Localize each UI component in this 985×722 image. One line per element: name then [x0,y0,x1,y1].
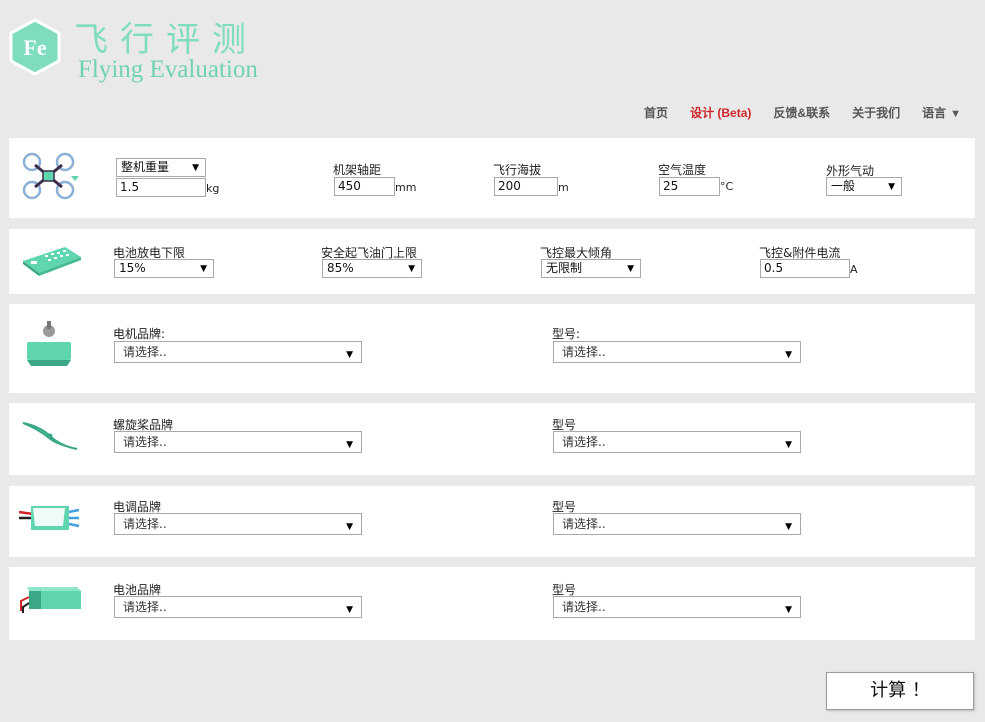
battery-brand-select[interactable]: 请选择.. [114,596,362,619]
chevron-down-icon: ▼ [950,108,961,120]
battery-model-select[interactable]: 请选择.. [553,596,801,619]
frame-panel: 整机重量 1.5 kg 机架轴距 450 mm 飞行海拔 200 m 空气温度 … [9,138,975,218]
discharge-select[interactable]: 15% [114,259,214,278]
temperature-unit: °C [720,180,734,193]
propeller-model-select[interactable]: 请选择.. [553,431,801,454]
aero-select[interactable]: 一般 [826,177,902,196]
motor-model-select[interactable]: 请选择.. [553,341,801,364]
top-nav: 首页 设计 (Beta) 反馈&联系 关于我们 语言 ▼ [622,104,961,122]
nav-about[interactable]: 关于我们 [852,104,900,122]
arm-unit: mm [395,181,417,194]
motor-brand-select[interactable]: 请选择.. [114,341,362,364]
nav-design[interactable]: 设计 (Beta) [690,104,751,122]
weight-input[interactable]: 1.5 [116,178,206,197]
altitude-input[interactable]: 200 [494,177,558,196]
propeller-panel: 螺旋桨品牌 请选择.. 型号 请选择.. [9,403,975,475]
altitude-label: 飞行海拔 [493,163,542,177]
quadcopter-icon[interactable] [21,151,83,201]
esc-brand-select[interactable]: 请选择.. [114,513,362,536]
current-unit: A [850,263,858,276]
motor-brand-label: 电机品牌: [113,327,166,341]
propeller-icon [22,422,78,450]
arm-label: 机架轴距 [333,163,382,177]
flight-controller-icon [23,247,81,276]
site-title-cn: 飞行评测 [74,20,258,60]
battery-panel: 电池品牌 请选择.. 型号 请选择.. [9,567,975,640]
svg-text:Fe: Fe [23,35,46,60]
nav-language[interactable]: 语言 ▼ [922,104,961,122]
motor-icon [27,321,71,366]
nav-feedback[interactable]: 反馈&联系 [773,104,830,122]
arm-input[interactable]: 450 [334,177,395,196]
temperature-label: 空气温度 [658,163,707,177]
motor-panel: 电机品牌: 请选择.. 型号: 请选择.. [9,304,975,393]
fe-logo: Fe [9,18,61,76]
tilt-select[interactable]: 无限制 [541,259,641,278]
throttle-select[interactable]: 85% [322,259,422,278]
esc-model-select[interactable]: 请选择.. [553,513,801,536]
weight-unit: kg [206,182,220,195]
motor-model-label: 型号: [552,327,581,341]
nav-home[interactable]: 首页 [644,104,668,122]
battery-icon [20,587,81,613]
esc-icon [18,506,80,530]
calculate-button[interactable]: 计算 ！ [826,672,974,710]
altitude-unit: m [558,181,569,194]
weight-type-select[interactable]: 整机重量 [116,158,206,177]
limits-panel: 电池放电下限 15% 安全起飞油门上限 85% 飞控最大倾角 无限制 飞控&附件… [9,229,975,294]
esc-panel: 电调品牌 请选择.. 型号 请选择.. [9,486,975,557]
current-input[interactable]: 0.5 [760,259,850,278]
site-title-en: Flying Evaluation [78,56,258,83]
temperature-input[interactable]: 25 [659,177,720,196]
propeller-brand-select[interactable]: 请选择.. [114,431,362,454]
